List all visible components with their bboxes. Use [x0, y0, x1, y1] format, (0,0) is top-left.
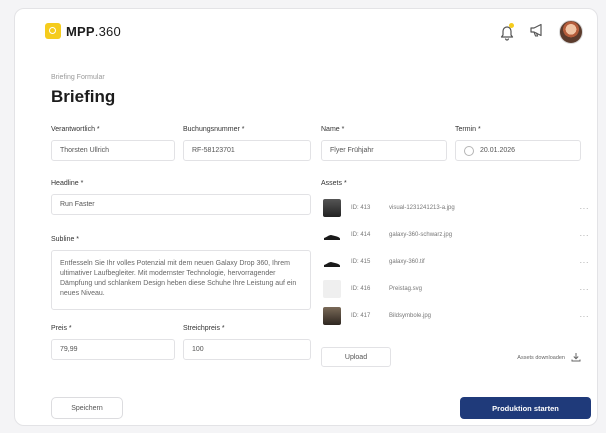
asset-thumbnail: [323, 253, 341, 271]
logo-mark-icon: [45, 23, 61, 39]
asset-row[interactable]: ID: 416 Preistag.svg ···: [323, 278, 589, 300]
top-bar: MPP.360: [15, 9, 597, 53]
download-assets-link[interactable]: Assets downloaden: [517, 352, 581, 364]
asset-row[interactable]: ID: 414 galaxy-360-schwarz.jpg ···: [323, 224, 589, 246]
verantwortlich-field[interactable]: Thorsten Ullrich: [51, 140, 175, 161]
preis-label: Preis *: [51, 325, 72, 332]
more-options-icon[interactable]: ···: [573, 312, 589, 321]
briefing-card: MPP.360 Briefing Formular Briefing Veran…: [14, 8, 598, 426]
asset-id: ID: 415: [351, 259, 371, 265]
subline-label: Subline *: [51, 236, 80, 243]
asset-id: ID: 417: [351, 313, 371, 319]
buchungsnummer-field[interactable]: RF-58123701: [183, 140, 311, 161]
streichpreis-field[interactable]: 100: [183, 339, 311, 360]
asset-filename: galaxy-360.tif: [389, 259, 425, 265]
asset-thumbnail: [323, 199, 341, 217]
start-production-button[interactable]: Produktion starten: [460, 397, 591, 419]
app-logo[interactable]: MPP.360: [45, 23, 121, 39]
asset-id: ID: 414: [351, 232, 371, 238]
asset-id: ID: 416: [351, 286, 371, 292]
asset-filename: visual-1231241213-a.jpg: [389, 205, 455, 211]
more-options-icon[interactable]: ···: [573, 231, 589, 240]
name-field[interactable]: Flyer Frühjahr: [321, 140, 447, 161]
top-icons: [499, 20, 583, 44]
termin-field[interactable]: 20.01.2026: [455, 140, 581, 161]
notification-dot: [509, 23, 514, 28]
assets-label: Assets *: [321, 180, 347, 187]
headline-label: Headline *: [51, 180, 84, 187]
announcement-megaphone-icon[interactable]: [529, 22, 545, 43]
asset-row[interactable]: ID: 415 galaxy-360.tif ···: [323, 251, 589, 273]
more-options-icon[interactable]: ···: [573, 285, 589, 294]
upload-button[interactable]: Upload: [321, 347, 391, 367]
subline-textarea[interactable]: Entfesseln Sie Ihr volles Potenzial mit …: [51, 250, 311, 310]
save-button[interactable]: Speichern: [51, 397, 123, 419]
asset-thumbnail: [323, 307, 341, 325]
user-avatar[interactable]: [559, 20, 583, 44]
streichpreis-label: Streichpreis *: [183, 325, 225, 332]
download-assets-label: Assets downloaden: [517, 355, 565, 361]
headline-field[interactable]: Run Faster: [51, 194, 311, 215]
buchungsnummer-label: Buchungsnummer *: [183, 126, 245, 133]
page-title: Briefing: [51, 87, 116, 106]
asset-filename: galaxy-360-schwarz.jpg: [389, 232, 453, 238]
more-options-icon[interactable]: ···: [573, 258, 589, 267]
calendar-icon: [464, 145, 474, 156]
preis-field[interactable]: 79,99: [51, 339, 175, 360]
name-label: Name *: [321, 126, 345, 133]
asset-thumbnail: [323, 280, 341, 298]
termin-label: Termin *: [455, 126, 481, 133]
asset-row[interactable]: ID: 413 visual-1231241213-a.jpg ···: [323, 197, 589, 219]
asset-thumbnail: [323, 226, 341, 244]
notification-bell-icon[interactable]: [499, 23, 515, 41]
asset-id: ID: 413: [351, 205, 371, 211]
breadcrumb[interactable]: Briefing Formular: [51, 74, 105, 81]
more-options-icon[interactable]: ···: [573, 204, 589, 213]
logo-text: MPP.360: [66, 23, 121, 39]
verantwortlich-label: Verantwortlich *: [51, 126, 100, 133]
asset-filename: Preistag.svg: [389, 286, 423, 292]
download-icon: [571, 352, 581, 364]
asset-filename: Bildsymbole.jpg: [389, 313, 432, 319]
asset-row[interactable]: ID: 417 Bildsymbole.jpg ···: [323, 305, 589, 327]
termin-value: 20.01.2026: [480, 147, 516, 154]
